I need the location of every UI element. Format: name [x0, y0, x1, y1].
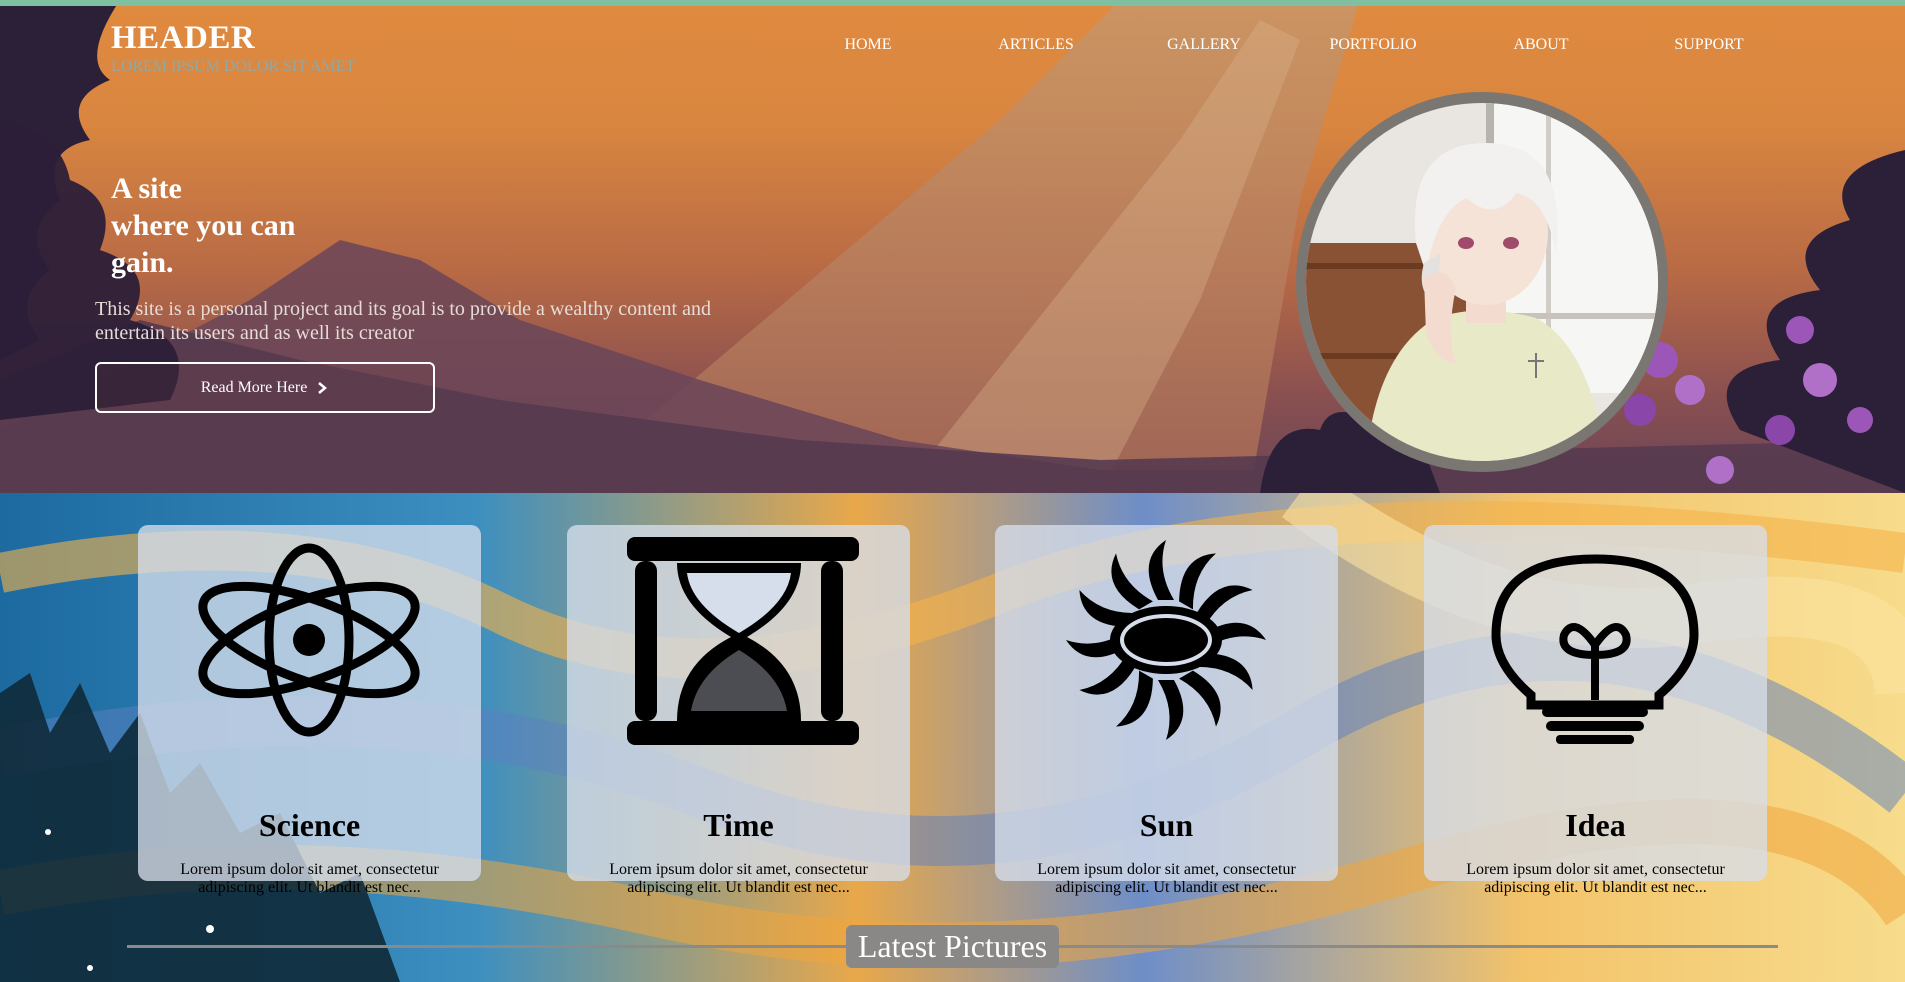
card-title: Science — [258, 807, 361, 843]
hero-title: A site where you can gain. — [111, 170, 371, 281]
card-title: Idea — [1565, 807, 1626, 843]
nav-item-about[interactable]: ABOUT — [1513, 36, 1568, 54]
nav-item-portfolio[interactable]: PORTFOLIO — [1329, 36, 1416, 54]
read-more-button[interactable]: Read More Here — [95, 362, 435, 413]
read-more-label: Read More Here — [200, 378, 308, 396]
hero-title-line: A site — [111, 172, 182, 205]
hero-title-line: gain. — [111, 246, 174, 279]
lightbulb-icon — [1491, 554, 1699, 744]
feature-card-time[interactable]: Time Lorem ipsum dolor sit amet, consect… — [567, 525, 910, 896]
hourglass-icon — [627, 537, 859, 745]
nav-item-articles[interactable]: ARTICLES — [998, 36, 1073, 54]
site-subtitle: LOREM IPSUM DOLOR SIT AMET — [111, 58, 356, 75]
card-description: Lorem ipsum dolor sit amet, consectetur … — [180, 861, 439, 896]
hero-title-line: where you can — [111, 209, 296, 242]
card-description: Lorem ipsum dolor sit amet, consectetur … — [1466, 861, 1725, 896]
feature-card-sun[interactable]: Sun Lorem ipsum dolor sit amet, consecte… — [995, 525, 1338, 896]
main-nav: HOME ARTICLES GALLERY PORTFOLIO ABOUT SU… — [0, 36, 1905, 60]
card-title: Time — [703, 807, 774, 843]
card-description: Lorem ipsum dolor sit amet, consectetur … — [609, 861, 868, 896]
accent-top-bar — [0, 0, 1905, 6]
card-title: Sun — [1139, 807, 1194, 843]
atom-icon — [198, 543, 420, 737]
nav-item-gallery[interactable]: GALLERY — [1167, 36, 1241, 54]
hero-section: HEADER LOREM IPSUM DOLOR SIT AMET HOME A… — [0, 0, 1905, 493]
hero-description: This site is a personal project and its … — [95, 298, 711, 344]
nav-item-support[interactable]: SUPPORT — [1674, 36, 1743, 54]
card-description: Lorem ipsum dolor sit amet, consectetur … — [1037, 861, 1296, 896]
sun-icon — [1066, 540, 1266, 740]
nav-item-home[interactable]: HOME — [844, 36, 891, 54]
features-section: Science Lorem ipsum dolor sit amet, cons… — [0, 493, 1905, 982]
chevron-right-icon — [318, 381, 328, 394]
feature-card-idea[interactable]: Idea Lorem ipsum dolor sit amet, consect… — [1424, 525, 1767, 896]
latest-pictures-heading: Latest Pictures — [846, 925, 1059, 968]
profile-avatar-image — [1306, 103, 1658, 461]
feature-card-science[interactable]: Science Lorem ipsum dolor sit amet, cons… — [138, 525, 481, 896]
